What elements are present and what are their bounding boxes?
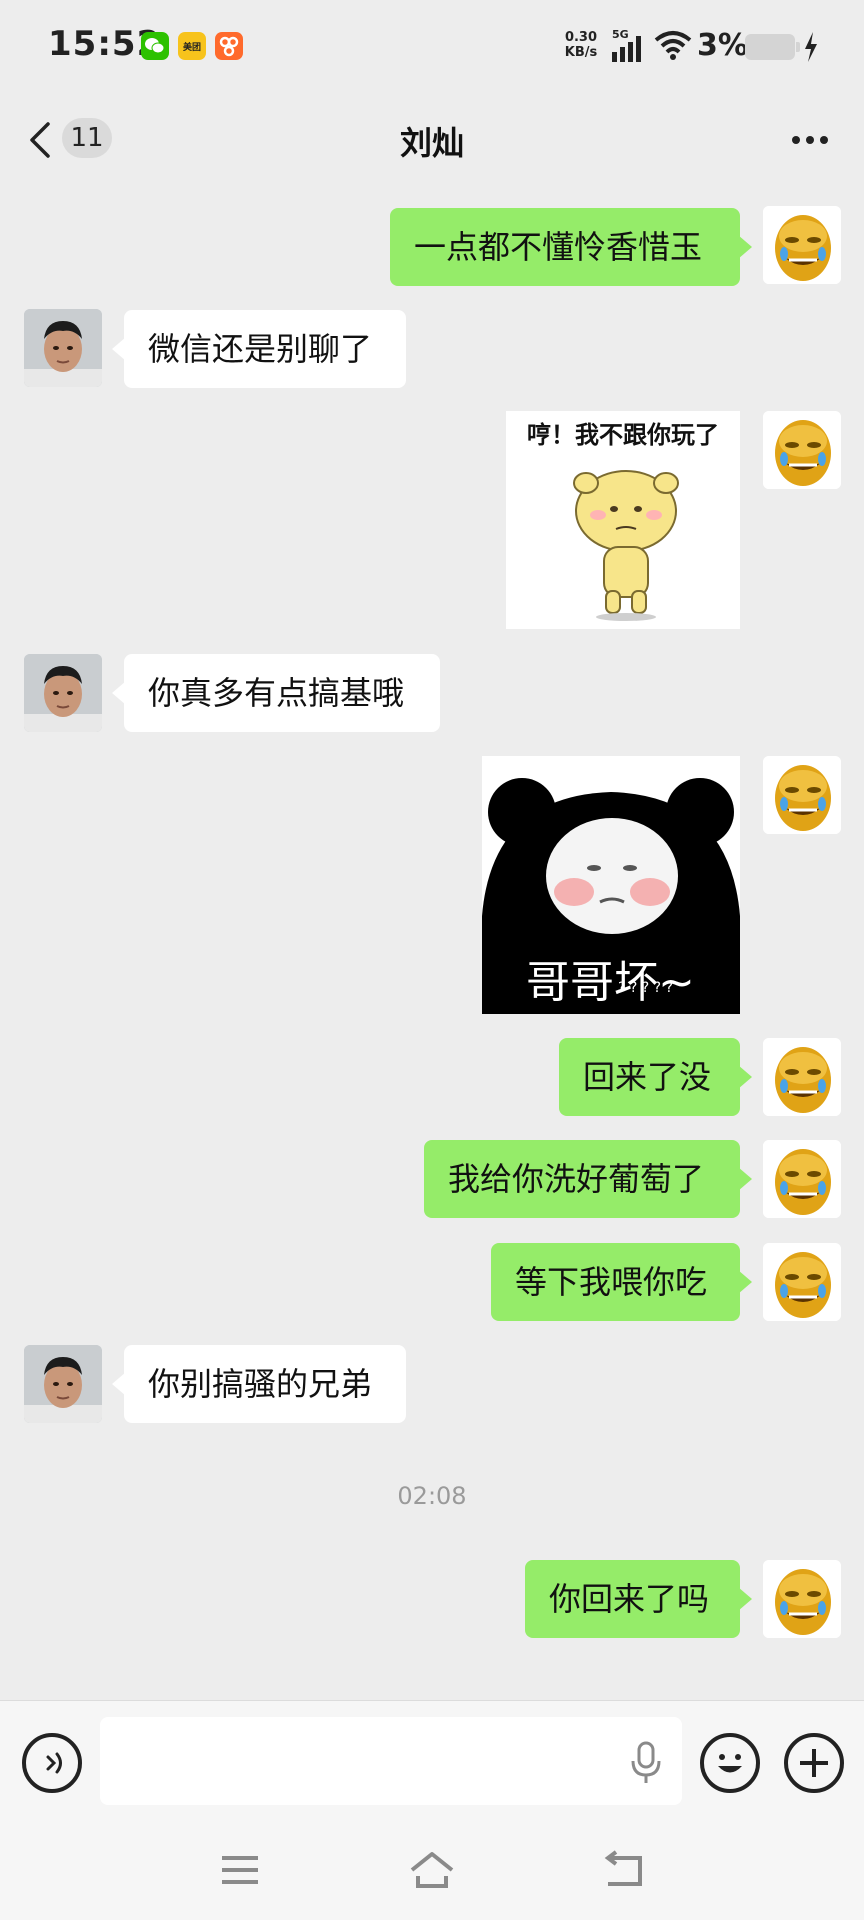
voice-icon[interactable] xyxy=(22,1733,82,1793)
network-speed-value: 0.30 xyxy=(564,30,598,45)
message-bubble-received[interactable]: 你别搞骚的兄弟 xyxy=(112,1345,406,1423)
charging-icon xyxy=(805,32,817,62)
battery-percent: 3% xyxy=(697,28,748,63)
menu-icon[interactable] xyxy=(216,1850,264,1890)
my-avatar[interactable] xyxy=(763,1560,841,1638)
app-icon xyxy=(215,32,243,60)
my-avatar[interactable] xyxy=(763,1038,841,1116)
chat-input-bar xyxy=(0,1700,864,1820)
message-bubble-sent[interactable]: 你回来了吗 xyxy=(525,1560,752,1638)
friend-avatar[interactable] xyxy=(24,654,102,732)
message-bubble-sent[interactable]: 回来了没 xyxy=(559,1038,752,1116)
message-bubble-sent[interactable]: 我给你洗好葡萄了 xyxy=(424,1140,752,1218)
message-bubble-received[interactable]: 微信还是别聊了 xyxy=(112,310,406,388)
network-type: 5G xyxy=(612,28,629,41)
my-avatar[interactable] xyxy=(763,206,841,284)
message-bubble-sent[interactable]: 等下我喂你吃 xyxy=(491,1243,752,1321)
my-avatar[interactable] xyxy=(763,1140,841,1218)
mic-icon[interactable] xyxy=(628,1741,664,1785)
wifi-icon xyxy=(654,31,692,60)
sticker-message[interactable]: 哼！我不跟你玩了 xyxy=(506,411,740,629)
chat-timestamp: 02:08 xyxy=(397,1482,467,1510)
system-nav-bar xyxy=(0,1820,864,1920)
my-avatar[interactable] xyxy=(763,411,841,489)
plus-icon[interactable] xyxy=(784,1733,844,1793)
meituan-label: 美团 xyxy=(182,43,201,53)
meituan-icon: 美团 xyxy=(178,32,206,60)
home-icon[interactable] xyxy=(408,1850,456,1890)
emoji-icon[interactable] xyxy=(700,1733,760,1793)
sticker-message[interactable]: 哥哥坏~ ? ? ? ? ? xyxy=(482,756,740,1014)
battery-icon xyxy=(745,34,800,60)
message-input[interactable] xyxy=(100,1717,682,1805)
message-bubble-received[interactable]: 你真多有点搞基哦 xyxy=(112,654,440,732)
network-speed: 0.30 KB/s xyxy=(560,30,602,60)
sticker-caption: 哥哥坏~ xyxy=(526,957,695,1008)
back-nav-icon[interactable] xyxy=(600,1850,648,1890)
message-bubble-sent[interactable]: 一点都不懂怜香惜玉 xyxy=(390,208,752,286)
my-avatar[interactable] xyxy=(763,756,841,834)
bear-sticker-image xyxy=(573,470,679,621)
friend-avatar[interactable] xyxy=(24,1345,102,1423)
wechat-icon xyxy=(141,32,169,60)
chat-header: 11 刘灿 xyxy=(0,96,864,184)
signal-icon: 5G xyxy=(612,28,652,62)
network-speed-unit: KB/s xyxy=(564,45,598,60)
my-avatar[interactable] xyxy=(763,1243,841,1321)
status-bar: 15:52 美团 0.30 KB/s 5G 3% xyxy=(0,0,864,96)
sticker-subcaption: ? ? ? ? ? xyxy=(618,980,673,996)
more-options-icon[interactable] xyxy=(790,134,830,146)
friend-avatar[interactable] xyxy=(24,309,102,387)
chat-title: 刘灿 xyxy=(399,124,464,162)
